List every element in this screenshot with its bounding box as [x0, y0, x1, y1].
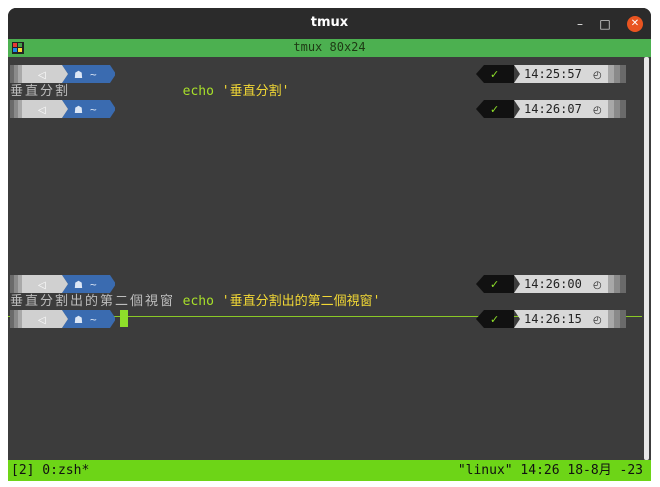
- command-name: echo: [182, 294, 214, 309]
- command-arg: '垂直分割出的第二個視窗': [221, 294, 381, 309]
- time-label: 14:25:57: [524, 67, 582, 81]
- tmux-status-bar: [2] 0:zsh* "linux" 14:26 18-8月 -23: [8, 460, 651, 481]
- time-label: 14:26:07: [524, 102, 582, 116]
- prompt-right: ✓ 14:26:00 ◴: [476, 275, 634, 293]
- text-cursor[interactable]: [120, 310, 128, 327]
- prompt-right: ✓ 14:25:57 ◴: [476, 65, 634, 83]
- svg-text:~: ~: [90, 103, 97, 116]
- terminal-window: tmux – □ ✕ tmux 80x24 ◁ ☗ ~ echo '垂直分割' …: [8, 8, 651, 481]
- prompt-left: ◁ ☗ ~: [10, 310, 116, 328]
- output-line: 垂直分割: [10, 84, 71, 99]
- check-icon: ✓: [490, 278, 499, 291]
- time-label: 14:26:15: [524, 312, 582, 326]
- command-line: echo '垂直分割出的第二個視窗': [120, 275, 381, 309]
- svg-text:~: ~: [90, 68, 97, 81]
- svg-text:~: ~: [90, 313, 97, 326]
- back-icon: ◁: [38, 315, 46, 326]
- tab-bar: tmux 80x24: [8, 39, 651, 57]
- back-icon: ◁: [38, 280, 46, 291]
- window-title: tmux: [310, 15, 349, 30]
- prompt-segments: ◁ ☗ ~: [10, 65, 116, 83]
- svg-text:~: ~: [90, 278, 97, 291]
- minimize-button[interactable]: –: [572, 16, 588, 32]
- check-icon: ✓: [490, 103, 499, 116]
- terminal-area[interactable]: ◁ ☗ ~ echo '垂直分割' ✓ 14:25:57 ◴ 垂直分割 ◁ ☗ …: [8, 57, 651, 460]
- command-line: echo '垂直分割': [120, 65, 290, 99]
- clock-icon: ◴: [593, 105, 602, 116]
- command-arg: '垂直分割': [221, 84, 290, 99]
- back-icon: ◁: [38, 105, 46, 116]
- clock-icon: ◴: [593, 280, 602, 291]
- status-left[interactable]: [2] 0:zsh*: [11, 460, 89, 481]
- back-icon: ◁: [38, 70, 46, 81]
- command-name: echo: [182, 84, 214, 99]
- close-button[interactable]: ✕: [627, 16, 643, 32]
- scrollbar[interactable]: [644, 57, 649, 460]
- prompt-right: ✓ 14:26:07 ◴: [476, 100, 634, 118]
- title-bar[interactable]: tmux – □ ✕: [8, 8, 651, 39]
- prompt-left: ◁ ☗ ~: [10, 65, 116, 83]
- clock-icon: ◴: [593, 70, 602, 81]
- check-icon: ✓: [490, 313, 499, 326]
- home-icon: ☗: [74, 280, 83, 291]
- clock-icon: ◴: [593, 315, 602, 326]
- output-line: 垂直分割出的第二個視窗: [10, 294, 176, 309]
- tab-title: tmux 80x24: [293, 40, 366, 54]
- home-icon: ☗: [74, 105, 83, 116]
- prompt-left: ◁ ☗ ~: [10, 275, 116, 293]
- prompt-right: ✓ 14:26:15 ◴: [476, 310, 634, 328]
- time-label: 14:26:00: [524, 277, 582, 291]
- maximize-button[interactable]: □: [597, 16, 613, 32]
- status-right: "linux" 14:26 18-8月 -23: [457, 463, 643, 478]
- prompt-left: ◁ ☗ ~: [10, 100, 116, 118]
- home-icon: ☗: [74, 315, 83, 326]
- check-icon: ✓: [490, 68, 499, 81]
- home-icon: ☗: [74, 70, 83, 81]
